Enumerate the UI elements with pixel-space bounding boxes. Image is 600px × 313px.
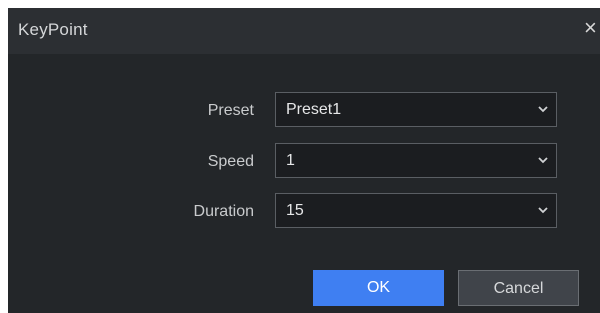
ok-button[interactable]: OK xyxy=(313,270,444,306)
dialog-title: KeyPoint xyxy=(18,20,88,39)
close-icon[interactable]: × xyxy=(584,17,600,39)
duration-value: 15 xyxy=(286,202,304,219)
speed-select[interactable]: 1 xyxy=(275,143,557,178)
chevron-down-icon xyxy=(538,207,548,214)
duration-label: Duration xyxy=(193,203,254,220)
preset-select[interactable]: Preset1 xyxy=(275,92,557,127)
dialog-titlebar: KeyPoint × xyxy=(8,8,600,54)
speed-label: Speed xyxy=(207,153,254,170)
chevron-down-icon xyxy=(538,157,548,164)
speed-value: 1 xyxy=(286,152,295,169)
dialog-body: Preset Preset1 Speed 1 Duration 15 OK Ca… xyxy=(8,54,600,313)
chevron-down-icon xyxy=(538,106,548,113)
keypoint-dialog: KeyPoint × Preset Preset1 Speed 1 Durati… xyxy=(8,8,600,313)
preset-label: Preset xyxy=(207,102,254,119)
cancel-button[interactable]: Cancel xyxy=(458,270,579,306)
preset-value: Preset1 xyxy=(286,101,342,118)
duration-select[interactable]: 15 xyxy=(275,193,557,228)
